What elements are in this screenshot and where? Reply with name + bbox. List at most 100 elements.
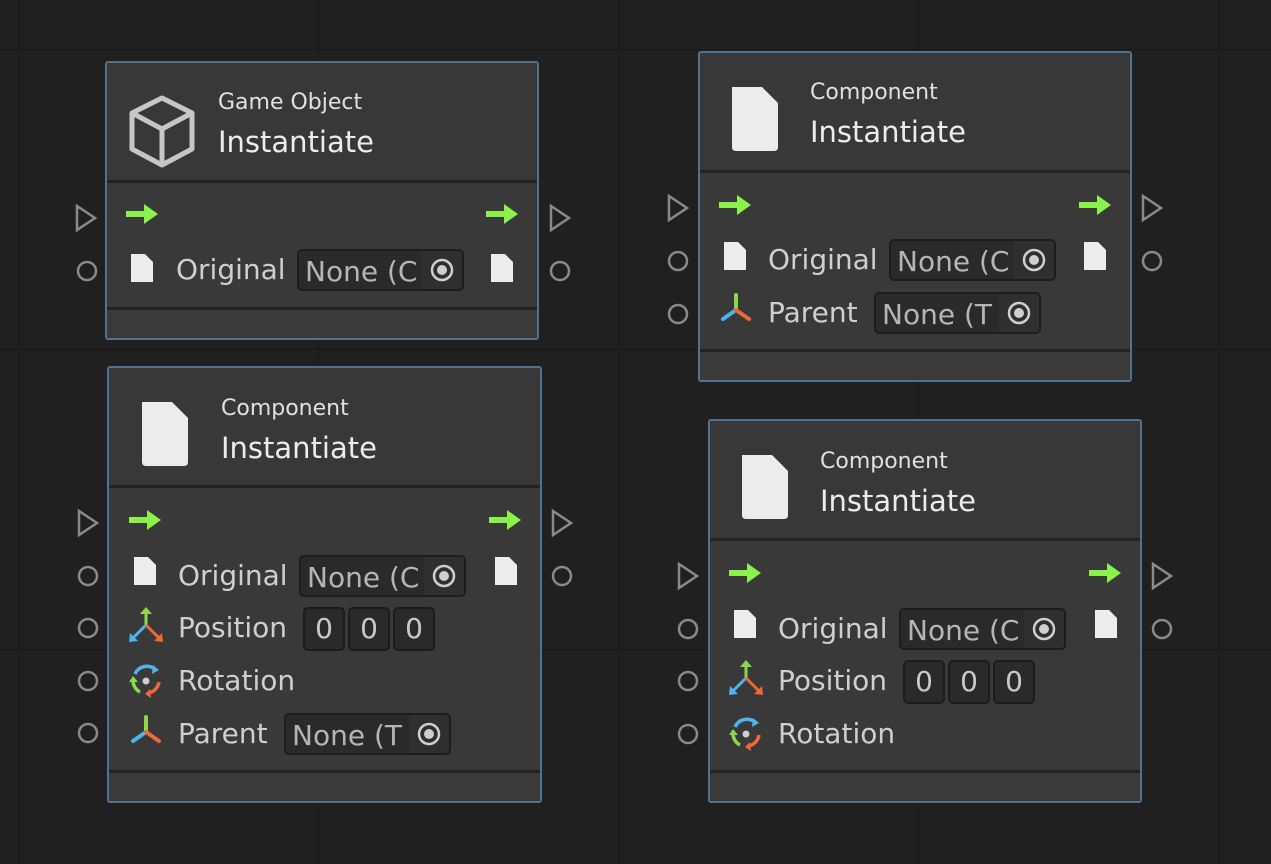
flow-output-port[interactable] xyxy=(548,203,572,233)
object-field-value: None (T xyxy=(292,719,402,752)
flow-input-port[interactable] xyxy=(666,193,690,223)
position-x-field[interactable]: 0 xyxy=(903,660,945,704)
object-picker-button[interactable] xyxy=(999,294,1039,332)
value-input-port[interactable] xyxy=(75,259,99,283)
target-icon xyxy=(429,257,455,283)
node-header[interactable]: Game Object Instantiate xyxy=(107,63,537,183)
object-field-parent[interactable]: None (T xyxy=(284,713,451,755)
value-input-port[interactable] xyxy=(76,564,100,588)
node-component-instantiate-position[interactable]: Component Instantiate Original None (C P… xyxy=(708,419,1142,803)
value-input-port[interactable] xyxy=(676,617,700,641)
node-header[interactable]: Component Instantiate xyxy=(710,421,1140,541)
node-component-instantiate-parent[interactable]: Component Instantiate Original None (C P… xyxy=(698,51,1132,382)
input-label: Original xyxy=(176,253,286,286)
output-document-icon xyxy=(1082,240,1108,272)
target-icon xyxy=(1006,300,1032,326)
node-subtitle: Component xyxy=(221,396,349,421)
node-header[interactable]: Component Instantiate xyxy=(109,368,540,488)
flow-output-port[interactable] xyxy=(550,508,574,538)
rotate-icon xyxy=(126,660,166,700)
value-output-port[interactable] xyxy=(550,564,574,588)
input-row-original: Original None (C xyxy=(107,244,537,296)
value-input-port[interactable] xyxy=(676,722,700,746)
output-document-icon xyxy=(493,555,519,587)
input-label: Rotation xyxy=(778,717,896,750)
flow-output-arrow-icon xyxy=(1077,193,1113,217)
input-label: Rotation xyxy=(178,664,296,697)
object-field-original[interactable]: None (C xyxy=(899,608,1066,650)
position-z-field[interactable]: 0 xyxy=(993,660,1035,704)
position-x-field[interactable]: 0 xyxy=(303,607,345,651)
input-label: Position xyxy=(178,611,288,644)
value-input-port[interactable] xyxy=(666,302,690,326)
value-input-port[interactable] xyxy=(76,721,100,745)
node-title: Instantiate xyxy=(218,125,374,159)
document-icon xyxy=(732,608,758,640)
position-y-field[interactable]: 0 xyxy=(348,607,390,651)
input-label: Position xyxy=(778,664,888,697)
position-y-field[interactable]: 0 xyxy=(948,660,990,704)
input-row-original: Original None (C xyxy=(710,603,1140,655)
value-input-port[interactable] xyxy=(76,669,100,693)
node-title: Instantiate xyxy=(810,115,966,149)
value-input-port[interactable] xyxy=(666,249,690,273)
move-axes-icon xyxy=(726,658,766,698)
flow-input-arrow-icon xyxy=(717,193,753,217)
object-field-value: None (C xyxy=(907,614,1020,647)
node-header[interactable]: Component Instantiate xyxy=(700,53,1130,173)
input-row-parent: Parent None (T xyxy=(109,708,540,760)
object-field-original[interactable]: None (C xyxy=(889,239,1056,281)
flow-input-arrow-icon xyxy=(727,561,763,585)
output-document-icon xyxy=(1093,608,1119,640)
output-document-icon xyxy=(489,252,515,284)
object-field-original[interactable]: None (C xyxy=(297,249,464,291)
node-component-instantiate-full[interactable]: Component Instantiate Original None (C P… xyxy=(107,366,542,803)
node-footer xyxy=(710,770,1140,801)
input-row-position: Position 0 0 0 xyxy=(710,656,1140,708)
node-footer xyxy=(107,307,537,338)
value-output-port[interactable] xyxy=(1150,617,1174,641)
document-icon xyxy=(129,252,155,284)
object-picker-button[interactable] xyxy=(1014,241,1054,279)
flow-output-port[interactable] xyxy=(1150,561,1174,591)
object-field-parent[interactable]: None (T xyxy=(874,292,1041,334)
object-field-value: None (T xyxy=(882,298,992,331)
flow-input-port[interactable] xyxy=(74,203,98,233)
flow-input-port[interactable] xyxy=(76,508,100,538)
node-title: Instantiate xyxy=(221,431,377,465)
node-footer xyxy=(109,770,540,801)
flow-output-port[interactable] xyxy=(1140,193,1164,223)
node-subtitle: Component xyxy=(810,80,938,105)
move-axes-icon xyxy=(126,605,166,645)
document-icon xyxy=(738,451,790,521)
node-gameobject-instantiate[interactable]: Game Object Instantiate Original None (C xyxy=(105,61,539,340)
object-picker-button[interactable] xyxy=(1024,610,1064,648)
input-label: Original xyxy=(768,243,878,276)
document-icon xyxy=(138,398,190,468)
flow-input-arrow-icon xyxy=(127,508,163,532)
transform-axes-icon xyxy=(128,714,164,750)
object-picker-button[interactable] xyxy=(409,715,449,753)
input-row-position: Position 0 0 0 xyxy=(109,603,540,655)
value-input-port[interactable] xyxy=(676,669,700,693)
target-icon xyxy=(431,563,457,589)
object-field-original[interactable]: None (C xyxy=(299,555,466,597)
document-icon xyxy=(722,240,748,272)
position-z-field[interactable]: 0 xyxy=(393,607,435,651)
cube-icon xyxy=(127,94,197,170)
input-label: Parent xyxy=(768,296,858,329)
flow-input-arrow-icon xyxy=(124,202,160,226)
value-input-port[interactable] xyxy=(76,616,100,640)
target-icon xyxy=(1021,247,1047,273)
flow-input-port[interactable] xyxy=(676,561,700,591)
transform-axes-icon xyxy=(718,292,754,328)
object-picker-button[interactable] xyxy=(422,251,462,289)
object-picker-button[interactable] xyxy=(424,557,464,595)
value-output-port[interactable] xyxy=(1140,249,1164,273)
input-row-rotation: Rotation xyxy=(710,709,1140,761)
node-footer xyxy=(700,349,1130,380)
value-output-port[interactable] xyxy=(548,259,572,283)
input-label: Parent xyxy=(178,717,268,750)
flow-output-arrow-icon xyxy=(484,202,520,226)
flow-output-arrow-icon xyxy=(1087,561,1123,585)
